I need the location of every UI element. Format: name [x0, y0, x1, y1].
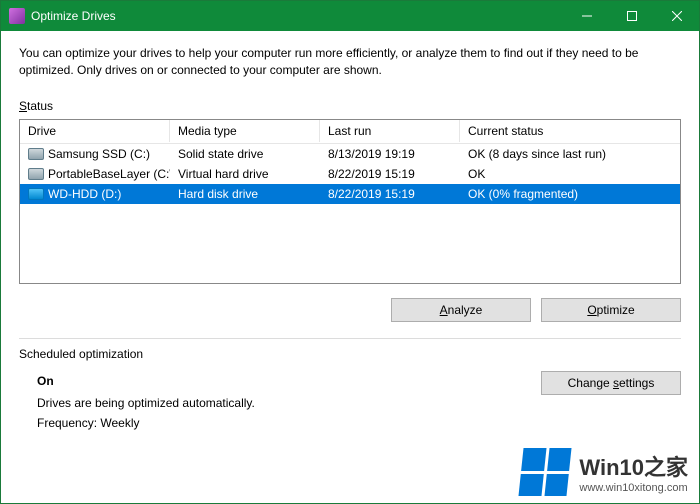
scheduled-text: On Drives are being optimized automatica… — [19, 371, 541, 434]
window: Optimize Drives You can optimize your dr… — [0, 0, 700, 504]
ssd-icon — [28, 148, 44, 160]
list-row[interactable]: WD-HDD (D:) Hard disk drive 8/22/2019 15… — [20, 184, 680, 204]
media-cell: Hard disk drive — [170, 185, 320, 203]
action-button-row: Analyze Optimize — [19, 298, 681, 322]
close-button[interactable] — [654, 1, 699, 31]
scheduled-row: On Drives are being optimized automatica… — [19, 371, 681, 434]
media-cell: Virtual hard drive — [170, 165, 320, 183]
status-cell: OK (8 days since last run) — [460, 145, 680, 163]
titlebar[interactable]: Optimize Drives — [1, 1, 699, 31]
divider — [19, 338, 681, 339]
description-text: You can optimize your drives to help you… — [19, 45, 681, 79]
change-settings-button[interactable]: Change settings — [541, 371, 681, 395]
minimize-icon — [582, 11, 592, 21]
minimize-button[interactable] — [564, 1, 609, 31]
col-header-status[interactable]: Current status — [460, 120, 680, 142]
media-cell: Solid state drive — [170, 145, 320, 163]
drive-cell: WD-HDD (D:) — [20, 185, 170, 203]
col-header-media[interactable]: Media type — [170, 120, 320, 142]
scheduled-on: On — [37, 371, 541, 391]
last-cell: 8/13/2019 19:19 — [320, 145, 460, 163]
content-area: You can optimize your drives to help you… — [1, 31, 699, 503]
status-label: Status — [19, 99, 681, 113]
col-header-drive[interactable]: Drive — [20, 120, 170, 142]
window-title: Optimize Drives — [31, 9, 116, 23]
list-row[interactable]: Samsung SSD (C:) Solid state drive 8/13/… — [20, 144, 680, 164]
drive-name: Samsung SSD (C:) — [48, 147, 150, 161]
drives-listbox[interactable]: Drive Media type Last run Current status… — [19, 119, 681, 284]
col-header-last[interactable]: Last run — [320, 120, 460, 142]
maximize-button[interactable] — [609, 1, 654, 31]
analyze-button[interactable]: Analyze — [391, 298, 531, 322]
hdd-icon — [28, 188, 44, 200]
scheduled-desc: Drives are being optimized automatically… — [37, 396, 255, 410]
drive-name: PortableBaseLayer (C:\... — [48, 167, 170, 181]
drive-cell: Samsung SSD (C:) — [20, 145, 170, 163]
close-icon — [672, 11, 682, 21]
vhd-icon — [28, 168, 44, 180]
scheduled-label: Scheduled optimization — [19, 347, 681, 361]
app-icon — [9, 8, 25, 24]
list-row[interactable]: PortableBaseLayer (C:\... Virtual hard d… — [20, 164, 680, 184]
maximize-icon — [627, 11, 637, 21]
scheduled-freq: Frequency: Weekly — [37, 416, 140, 430]
status-cell: OK — [460, 165, 680, 183]
optimize-button[interactable]: Optimize — [541, 298, 681, 322]
status-cell: OK (0% fragmented) — [460, 185, 680, 203]
list-header: Drive Media type Last run Current status — [20, 120, 680, 144]
last-cell: 8/22/2019 15:19 — [320, 185, 460, 203]
last-cell: 8/22/2019 15:19 — [320, 165, 460, 183]
drive-cell: PortableBaseLayer (C:\... — [20, 165, 170, 183]
drive-name: WD-HDD (D:) — [48, 187, 121, 201]
